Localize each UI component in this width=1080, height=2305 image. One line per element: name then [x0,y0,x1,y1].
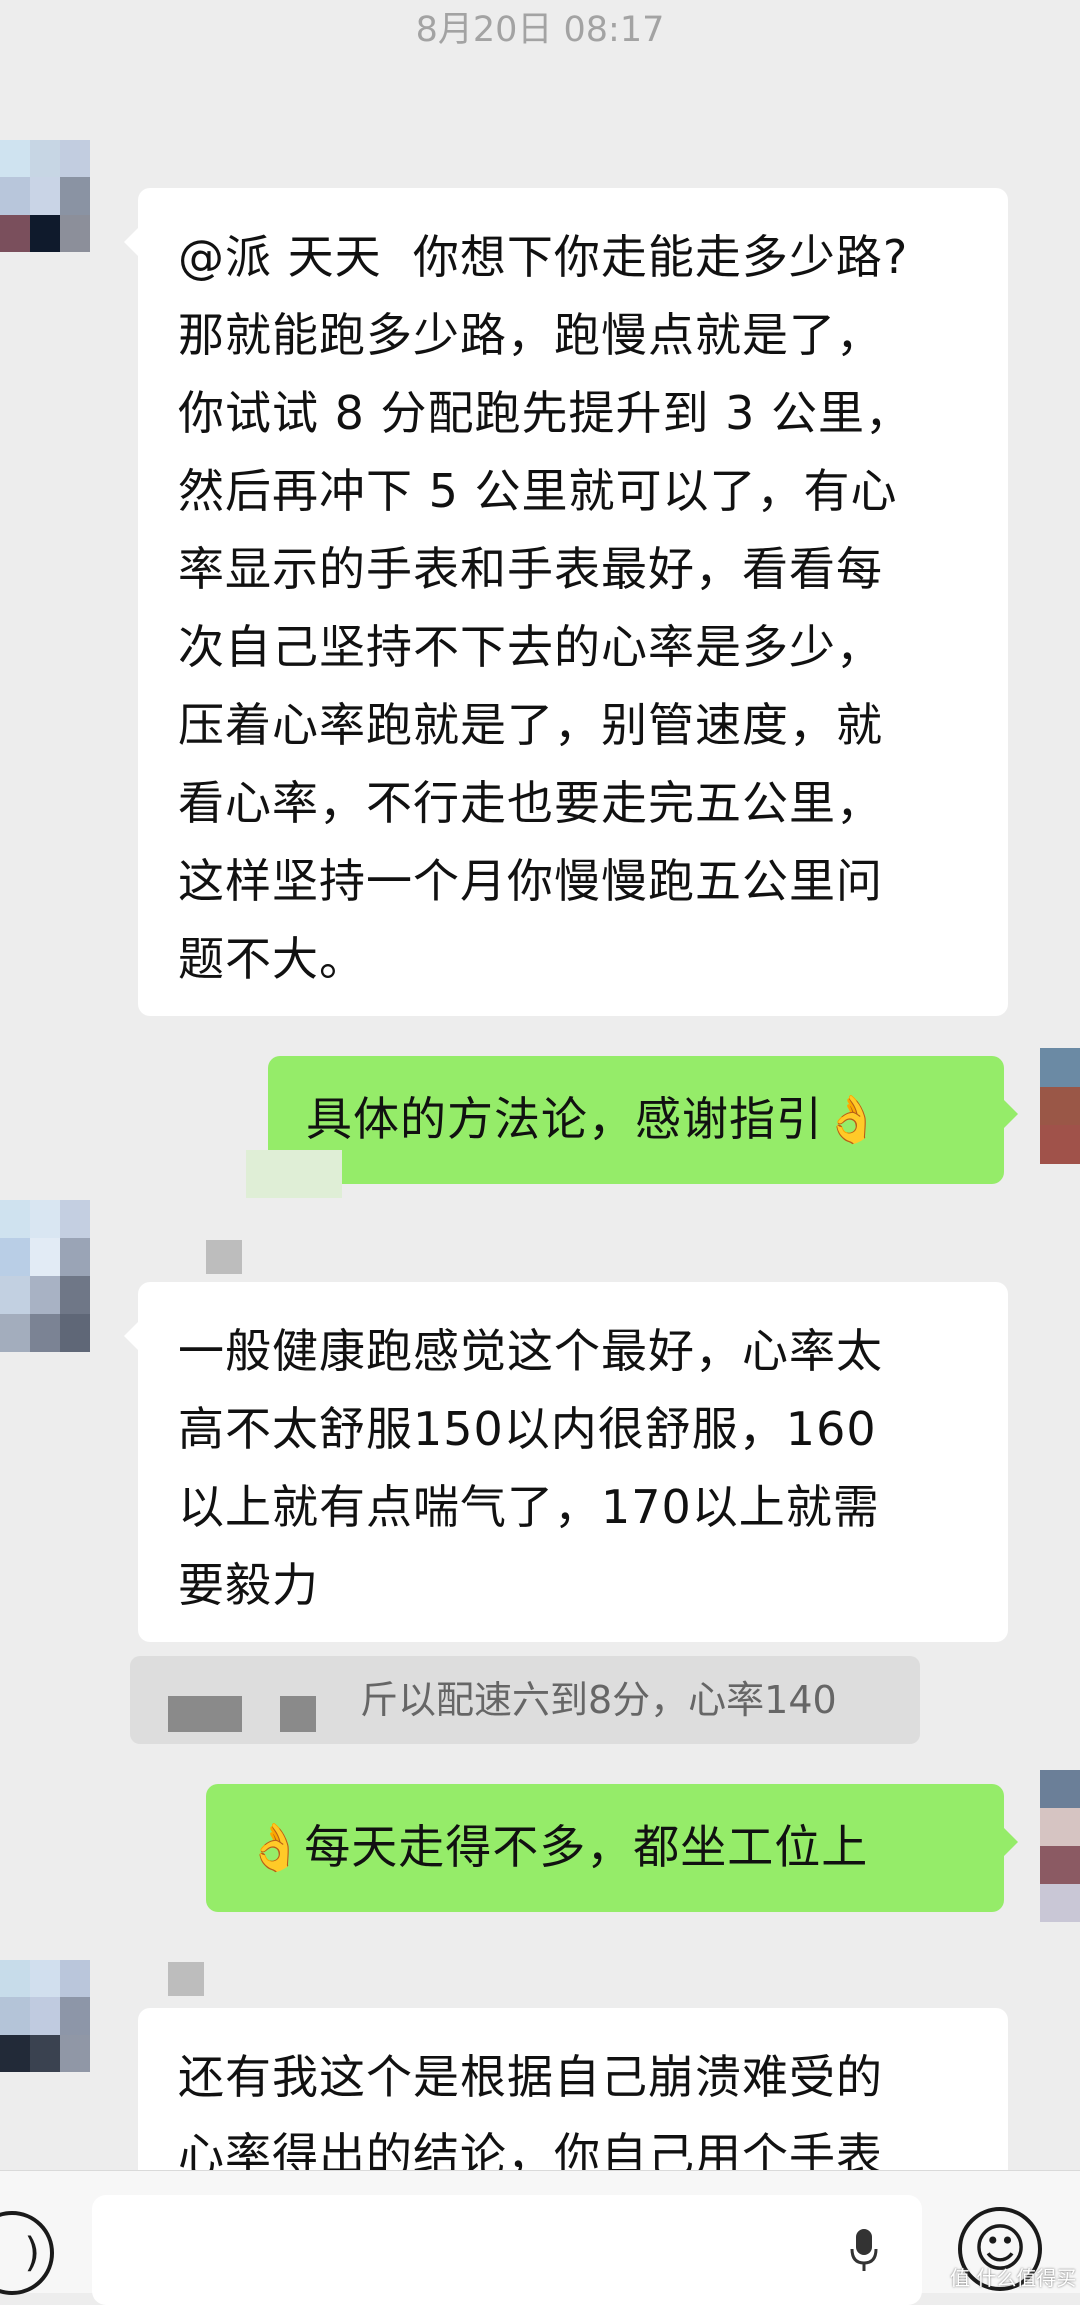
avatar[interactable] [1040,1048,1080,1164]
avatar[interactable] [0,140,90,252]
chat-timestamp: 8月20日 08:17 [415,10,665,50]
quoted-message[interactable]: 斤以配速六到8分，心率140 [130,1656,920,1744]
message-bubble-outgoing[interactable]: 具体的方法论，感谢指引👌 [268,1056,1018,1184]
message-bubble-incoming[interactable]: 一般健康跑感觉这个最好，心率太 高不太舒服150以内很舒服，160 以上就有点喘… [124,1282,1008,1642]
input-bar: ) ☺ [0,2170,1080,2305]
sender-name [206,1240,242,1274]
message-bubble-incoming[interactable]: @派 天天 你想下你走能走多少路? 那就能跑多少路，跑慢点就是了， 你试试 8 … [124,188,1008,1016]
avatar[interactable] [0,1960,90,2072]
watermark: 值 什么值得买 [950,2266,1077,2290]
quote-sender-blur [280,1696,316,1732]
voice-icon[interactable]: ) [0,2211,54,2295]
quoted-message-text: 斤以配速六到8分，心率140 [360,1678,837,1722]
avatar[interactable] [1040,1770,1080,1922]
message-input[interactable] [92,2195,922,2305]
quote-sender-blur [168,1696,242,1732]
message-bubble-outgoing[interactable]: 👌每天走得不多，都坐工位上 [206,1784,1018,1912]
avatar[interactable] [0,1200,90,1352]
mic-icon[interactable] [850,2227,878,2273]
reaction-area [246,1150,342,1198]
sender-name [168,1962,204,1996]
